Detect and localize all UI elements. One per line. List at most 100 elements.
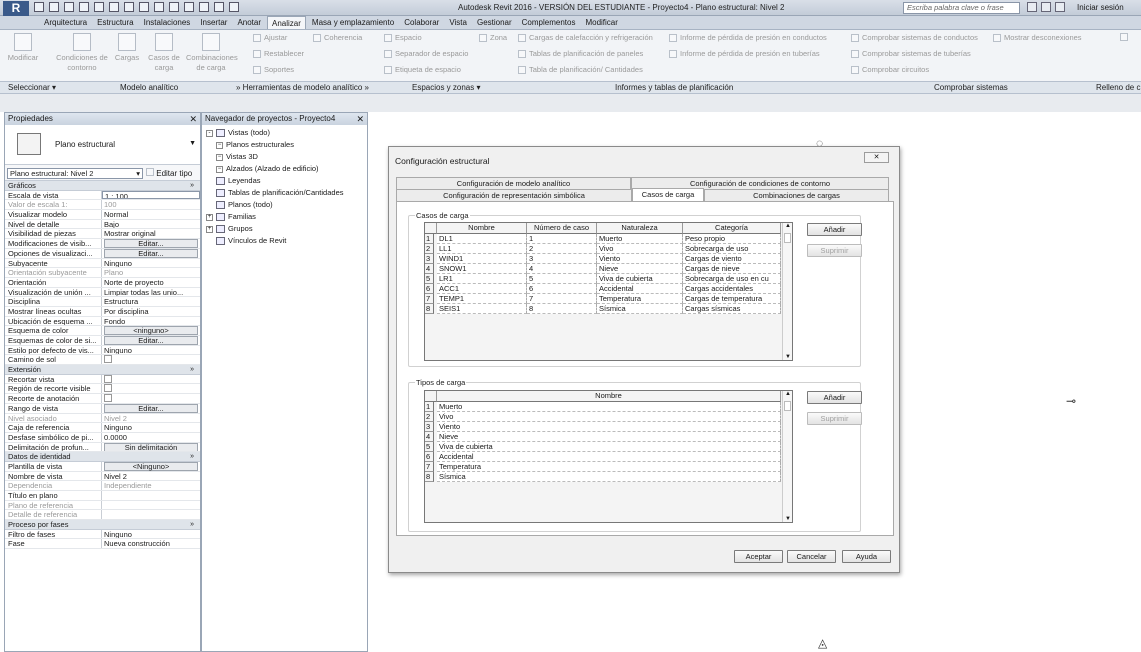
expand-icon[interactable]: + [206, 225, 213, 233]
table-cell[interactable]: SEIS1 [437, 304, 527, 314]
table-cell[interactable]: Viva de cubierta [597, 274, 683, 284]
table-cell[interactable]: 2 [527, 244, 597, 254]
supports-button[interactable]: Soportes [264, 65, 294, 75]
property-value[interactable]: <ninguno> [102, 326, 200, 335]
redo-icon[interactable] [79, 2, 89, 12]
table-cell[interactable]: Peso propio [683, 234, 781, 244]
ribbon-tab-10[interactable]: Complementos [518, 16, 580, 29]
row-number[interactable]: 1 [425, 234, 434, 244]
table-cell[interactable]: Temperatura [597, 294, 683, 304]
property-edit-button[interactable]: Editar... [104, 239, 198, 248]
property-value[interactable]: Estructura [102, 297, 200, 306]
property-value[interactable] [102, 355, 200, 364]
property-edit-button[interactable]: Editar... [104, 248, 198, 258]
table-cell[interactable]: SNOW1 [437, 264, 527, 274]
panel-select[interactable]: Seleccionar ▾ [8, 83, 56, 93]
ribbon-tab-4[interactable]: Anotar [233, 16, 265, 29]
table-cell[interactable]: Cargas de viento [683, 254, 781, 264]
collapse-icon[interactable]: - [206, 129, 213, 137]
table-cell[interactable]: 7 [527, 294, 597, 304]
table-cell[interactable]: Viento [437, 422, 781, 432]
property-value[interactable]: Bajo [102, 220, 200, 229]
zone-button[interactable]: Zona [490, 33, 507, 43]
property-value[interactable]: Sin delimitación [102, 442, 200, 452]
loads-button[interactable]: Cargas [115, 53, 139, 62]
expand-icon[interactable]: + [206, 213, 213, 221]
table-cell[interactable]: Viento [597, 254, 683, 264]
property-value[interactable]: Mostrar original [102, 229, 200, 239]
favorites-icon[interactable] [1055, 2, 1065, 12]
column-header[interactable]: Nombre [437, 223, 527, 234]
property-value[interactable] [102, 491, 200, 500]
table-cell[interactable]: 8 [527, 304, 597, 314]
row-number[interactable]: 3 [425, 422, 434, 432]
open-icon[interactable] [34, 2, 44, 12]
check-circuits-button[interactable]: Comprobar circuitos [862, 65, 929, 75]
subscription-icon[interactable] [1041, 2, 1051, 12]
table-cell[interactable]: Sobrecarga de uso [683, 244, 781, 254]
table-cell[interactable]: Sobrecarga de uso en cu [683, 274, 781, 284]
property-value[interactable]: Editar... [102, 239, 200, 248]
tag-icon[interactable] [139, 2, 149, 12]
browser-node[interactable]: Vínculos de Revit [206, 235, 367, 247]
heating-cooling-button[interactable]: Cargas de calefacción y refrigeración [529, 33, 653, 43]
search-input[interactable]: Escriba palabra clave o frase [903, 2, 1020, 14]
table-cell[interactable]: Vivo [437, 412, 781, 422]
browser-node[interactable]: + Grupos [206, 223, 367, 235]
property-value[interactable] [102, 374, 200, 384]
property-value[interactable]: Fondo [102, 317, 200, 326]
row-number[interactable]: 6 [425, 452, 434, 462]
checkbox[interactable] [104, 384, 112, 393]
ribbon-tab-11[interactable]: Modificar [581, 16, 621, 29]
property-value[interactable]: Norte de proyecto [102, 278, 200, 287]
sign-in-link[interactable]: Iniciar sesión [1077, 3, 1124, 12]
tab-load-combinations[interactable]: Combinaciones de cargas [704, 189, 889, 201]
table-cell[interactable]: 6 [527, 284, 597, 294]
table-cell[interactable]: Accidental [437, 452, 781, 462]
dimension-icon[interactable] [124, 2, 134, 12]
collapse-icon[interactable]: − [216, 165, 223, 173]
type-selector[interactable]: Plano estructural ▼ [5, 125, 200, 165]
duct-pressure-loss-button[interactable]: Informe de pérdida de presión en conduct… [680, 33, 827, 43]
property-section-header[interactable]: Gráficos » [5, 181, 200, 191]
load-cases-button[interactable]: Casos de carga [148, 53, 180, 72]
property-section-header[interactable]: Extensión » [5, 365, 200, 375]
measure-icon[interactable] [109, 2, 119, 12]
property-value[interactable]: Editar... [102, 336, 200, 345]
remove-load-type-button[interactable]: Suprimir [807, 412, 862, 425]
table-cell[interactable]: Cargas sísmicas [683, 304, 781, 314]
undo-icon[interactable] [64, 2, 74, 12]
modify-button[interactable]: Modificar [8, 53, 38, 62]
chevron-down-icon[interactable]: ▼ [189, 140, 196, 147]
pipe-pressure-loss-button[interactable]: Informe de pérdida de presión en tubería… [680, 49, 820, 59]
tab-load-cases[interactable]: Casos de carga [632, 188, 704, 201]
property-edit-button[interactable]: <Ninguno> [104, 461, 198, 471]
property-value[interactable]: Nueva construcción [102, 539, 200, 549]
row-number[interactable]: 5 [425, 442, 434, 452]
collapse-icon[interactable]: » [190, 365, 194, 374]
show-disconnects-button[interactable]: Mostrar desconexiones [1004, 33, 1082, 43]
table-cell[interactable]: Accidental [597, 284, 683, 294]
close-icon[interactable]: ✕ [189, 113, 197, 125]
ribbon-tab-8[interactable]: Vista [445, 16, 471, 29]
close-hidden-icon[interactable] [214, 2, 224, 12]
property-value[interactable]: <Ninguno> [102, 461, 200, 471]
table-cell[interactable]: Sísmica [597, 304, 683, 314]
table-cell[interactable]: WIND1 [437, 254, 527, 264]
space-separator-button[interactable]: Separador de espacio [395, 49, 468, 59]
property-value[interactable] [102, 394, 200, 403]
property-edit-button[interactable]: Sin delimitación [104, 442, 198, 452]
ribbon-tab-0[interactable]: Arquitectura [40, 16, 91, 29]
property-edit-button[interactable]: <ninguno> [104, 326, 198, 335]
scroll-up-icon[interactable]: ▲ [783, 223, 793, 229]
property-edit-button[interactable]: Editar... [104, 336, 198, 345]
table-cell[interactable]: ACC1 [437, 284, 527, 294]
table-cell[interactable]: Cargas de nieve [683, 264, 781, 274]
ribbon-tab-9[interactable]: Gestionar [473, 16, 516, 29]
load-combinations-button[interactable]: Combinaciones de carga [186, 53, 238, 72]
table-cell[interactable]: LR1 [437, 274, 527, 284]
collapse-icon[interactable]: » [190, 181, 194, 190]
property-value[interactable]: Normal [102, 210, 200, 219]
table-cell[interactable]: Nieve [437, 432, 781, 442]
table-cell[interactable]: Viva de cubierta [437, 442, 781, 452]
